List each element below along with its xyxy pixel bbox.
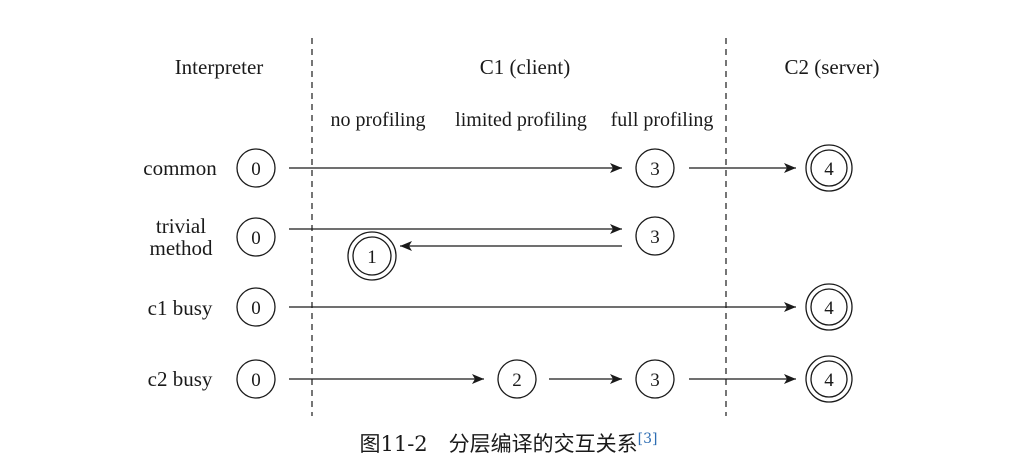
state-trivial-3: 3 xyxy=(635,216,675,256)
state-c2busy-2: 2 xyxy=(497,359,537,399)
svg-text:0: 0 xyxy=(251,298,261,319)
svg-text:3: 3 xyxy=(650,159,660,180)
state-common-3: 3 xyxy=(635,148,675,188)
row-label-method: method xyxy=(150,236,213,260)
svg-text:0: 0 xyxy=(251,159,261,180)
subheader-limited-profiling: limited profiling xyxy=(455,109,587,131)
state-common-4: 4 xyxy=(805,144,853,192)
svg-text:1: 1 xyxy=(367,247,377,268)
state-trivial-1: 1 xyxy=(347,231,397,281)
subheader-no-profiling: no profiling xyxy=(331,109,426,131)
svg-text:3: 3 xyxy=(650,370,660,391)
row-label-trivial: trivial xyxy=(156,214,206,238)
header-c1: C1 (client) xyxy=(480,55,570,79)
state-c1busy-0: 0 xyxy=(236,287,276,327)
svg-text:4: 4 xyxy=(824,159,834,180)
svg-text:0: 0 xyxy=(251,370,261,391)
state-c2busy-4: 4 xyxy=(805,355,853,403)
state-common-0: 0 xyxy=(236,148,276,188)
row-label-common: common xyxy=(143,156,217,180)
figure: Interpreter C1 (client) C2 (server) no p… xyxy=(0,0,1017,464)
svg-text:3: 3 xyxy=(650,227,660,248)
svg-text:4: 4 xyxy=(824,370,834,391)
caption-text: 图11-2 分层编译的交互关系 xyxy=(359,432,638,456)
state-c2busy-0: 0 xyxy=(236,359,276,399)
caption-reference-link[interactable]: [3] xyxy=(638,431,658,447)
figure-caption: 图11-2 分层编译的交互关系[3] xyxy=(0,428,1017,458)
tiered-compilation-diagram: Interpreter C1 (client) C2 (server) no p… xyxy=(143,38,880,416)
svg-text:2: 2 xyxy=(512,370,522,391)
header-interpreter: Interpreter xyxy=(175,55,264,79)
subheader-full-profiling: full profiling xyxy=(611,109,714,131)
header-c2: C2 (server) xyxy=(784,55,879,79)
state-trivial-0: 0 xyxy=(236,217,276,257)
svg-text:0: 0 xyxy=(251,228,261,249)
state-c2busy-3: 3 xyxy=(635,359,675,399)
row-label-c1-busy: c1 busy xyxy=(148,296,213,320)
row-label-c2-busy: c2 busy xyxy=(148,367,213,391)
svg-text:4: 4 xyxy=(824,298,834,319)
state-c1busy-4: 4 xyxy=(805,283,853,331)
